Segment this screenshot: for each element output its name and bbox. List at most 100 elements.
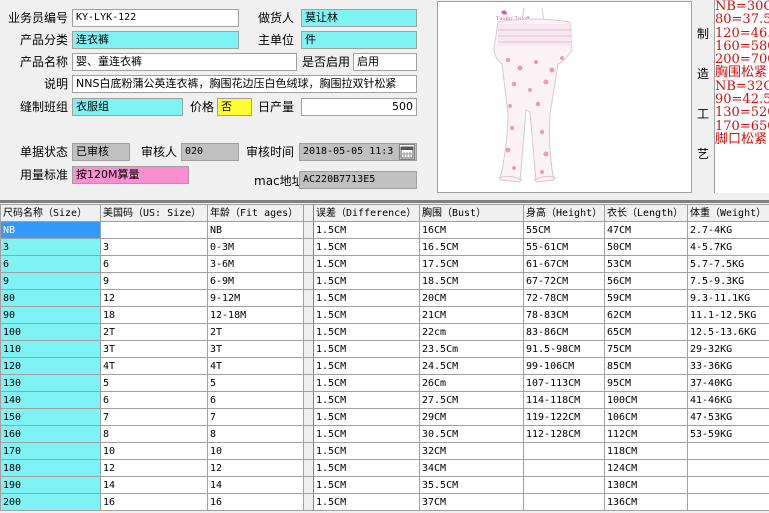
cell-bust[interactable]: 16CM <box>419 221 524 239</box>
cell-us-size[interactable]: 16 <box>100 493 208 511</box>
cell-size[interactable]: 100 <box>0 323 101 341</box>
cell-difference[interactable]: 1.5CM <box>313 442 420 460</box>
cell-difference[interactable]: 1.5CM <box>313 255 420 273</box>
cell-size[interactable]: 90 <box>0 306 101 324</box>
table-row[interactable]: 140 6 6 1.5CM 27.5CM 114-118CM 100CM 41-46KG <box>0 391 769 409</box>
cell-age[interactable]: 16 <box>207 493 304 511</box>
cell-age[interactable]: 3-6M <box>207 255 304 273</box>
cell-height[interactable] <box>523 442 605 460</box>
process-textarea[interactable]: NB=30CM 80=37.5 120=46. 160=580 200=700 … <box>714 0 769 193</box>
cell-us-size[interactable]: 9 <box>100 272 208 290</box>
cell-weight[interactable] <box>687 442 769 460</box>
col-header-difference[interactable]: 误差（Difference） <box>313 204 420 222</box>
cell-height[interactable]: 114-118CM <box>523 391 605 409</box>
cell-height[interactable]: 99-106CM <box>523 357 605 375</box>
cell-weight[interactable]: 47-53KG <box>687 408 769 426</box>
table-row[interactable]: 130 5 5 1.5CM 26Cm 107-113CM 95CM 37-40KG <box>0 374 769 392</box>
cell-age[interactable]: 6 <box>207 391 304 409</box>
cell-difference[interactable]: 1.5CM <box>313 425 420 443</box>
cell-size[interactable]: 9 <box>0 272 101 290</box>
table-row[interactable]: 9 9 6-9M 1.5CM 18.5CM 67-72CM 56CM 7.5-9.3KG <box>0 272 769 290</box>
cell-weight[interactable] <box>687 493 769 511</box>
cell-height[interactable]: 67-72CM <box>523 272 605 290</box>
cell-bust[interactable]: 24.5CM <box>419 357 524 375</box>
cell-difference[interactable]: 1.5CM <box>313 493 420 511</box>
cell-weight[interactable]: 7.5-9.3KG <box>687 272 769 290</box>
cell-bust[interactable]: 27.5CM <box>419 391 524 409</box>
cell-length[interactable]: 85CM <box>604 357 688 375</box>
table-row[interactable]: 150 7 7 1.5CM 29CM 119-122CM 106CM 47-53KG <box>0 408 769 426</box>
cell-height[interactable]: 55-61CM <box>523 238 605 256</box>
cell-size[interactable]: 160 <box>0 425 101 443</box>
table-row[interactable]: 6 6 3-6M 1.5CM 17.5CM 61-67CM 53CM 5.7-7.5KG <box>0 255 769 273</box>
cell-age[interactable]: 14 <box>207 476 304 494</box>
cell-age[interactable]: 4T <box>207 357 304 375</box>
cell-weight[interactable]: 11.1-12.5KG <box>687 306 769 324</box>
cell-us-size[interactable]: 3T <box>100 340 208 358</box>
team-field[interactable]: 衣服组 <box>72 98 183 116</box>
cell-height[interactable] <box>523 459 605 477</box>
cell-bust[interactable]: 22cm <box>419 323 524 341</box>
cell-difference[interactable]: 1.5CM <box>313 476 420 494</box>
cell-size[interactable]: 150 <box>0 408 101 426</box>
cell-height[interactable]: 112-128CM <box>523 425 605 443</box>
unit-field[interactable]: 件 <box>301 31 417 49</box>
cell-length[interactable]: 62CM <box>604 306 688 324</box>
table-row[interactable]: 80 12 9-12M 1.5CM 20CM 72-78CM 59CM 9.3-11.1KG <box>0 289 769 307</box>
cell-weight[interactable]: 37-40KG <box>687 374 769 392</box>
cell-height[interactable]: 83-86CM <box>523 323 605 341</box>
col-header-bust[interactable]: 胸围（Bust） <box>419 204 524 222</box>
table-row[interactable]: NB NB 1.5CM 16CM 55CM 47CM 2.7-4KG <box>0 221 769 239</box>
desc-field[interactable]: NNS白底粉蒲公英连衣裤，胸围花边压白色绒球，胸围拉双针松紧 <box>72 75 417 93</box>
cell-weight[interactable]: 12.5-13.6KG <box>687 323 769 341</box>
cell-bust[interactable]: 17.5CM <box>419 255 524 273</box>
cell-age[interactable]: 8 <box>207 425 304 443</box>
cell-bust[interactable]: 29CM <box>419 408 524 426</box>
cell-bust[interactable]: 35.5CM <box>419 476 524 494</box>
cell-us-size[interactable]: 5 <box>100 374 208 392</box>
table-row[interactable]: 90 18 12-18M 1.5CM 21CM 78-83CM 62CM 11.1-12.5K… <box>0 306 769 324</box>
cell-age[interactable]: 5 <box>207 374 304 392</box>
cell-length[interactable]: 136CM <box>604 493 688 511</box>
usage-field[interactable]: 按120M算量 <box>72 166 189 184</box>
cell-height[interactable]: 78-83CM <box>523 306 605 324</box>
cell-us-size[interactable]: 7 <box>100 408 208 426</box>
cell-difference[interactable]: 1.5CM <box>313 323 420 341</box>
col-header-height[interactable]: 身高（Height） <box>523 204 605 222</box>
cell-us-size[interactable]: 10 <box>100 442 208 460</box>
cell-length[interactable]: 50CM <box>604 238 688 256</box>
cell-us-size[interactable]: 4T <box>100 357 208 375</box>
cell-bust[interactable]: 23.5Cm <box>419 340 524 358</box>
cell-difference[interactable]: 1.5CM <box>313 340 420 358</box>
cell-difference[interactable]: 1.5CM <box>313 289 420 307</box>
cell-size[interactable]: NB <box>0 221 101 239</box>
cell-size[interactable]: 80 <box>0 289 101 307</box>
cell-us-size[interactable]: 6 <box>100 391 208 409</box>
cell-difference[interactable]: 1.5CM <box>313 374 420 392</box>
cell-length[interactable]: 59CM <box>604 289 688 307</box>
cell-length[interactable]: 65CM <box>604 323 688 341</box>
cell-difference[interactable]: 1.5CM <box>313 272 420 290</box>
cell-size[interactable]: 200 <box>0 493 101 511</box>
cell-size[interactable]: 110 <box>0 340 101 358</box>
cell-weight[interactable]: 5.7-7.5KG <box>687 255 769 273</box>
cell-us-size[interactable]: 2T <box>100 323 208 341</box>
cell-size[interactable]: 120 <box>0 357 101 375</box>
cell-length[interactable]: 100CM <box>604 391 688 409</box>
table-row[interactable]: 120 4T 4T 1.5CM 24.5CM 99-106CM 85CM 33-36KG <box>0 357 769 375</box>
cell-length[interactable]: 75CM <box>604 340 688 358</box>
enabled-field[interactable]: 启用 <box>353 53 417 71</box>
table-row[interactable]: 170 10 10 1.5CM 32CM 118CM <box>0 442 769 460</box>
cell-height[interactable] <box>523 493 605 511</box>
cell-size[interactable]: 180 <box>0 459 101 477</box>
cell-bust[interactable]: 18.5CM <box>419 272 524 290</box>
table-row[interactable]: 3 3 0-3M 1.5CM 16.5CM 55-61CM 50CM 4-5.7KG <box>0 238 769 256</box>
cell-difference[interactable]: 1.5CM <box>313 357 420 375</box>
table-row[interactable]: 110 3T 3T 1.5CM 23.5Cm 91.5-98CM 75CM 29-32KG <box>0 340 769 358</box>
cell-bust[interactable]: 21CM <box>419 306 524 324</box>
table-row[interactable]: 190 14 14 1.5CM 35.5CM 130CM <box>0 476 769 494</box>
cell-difference[interactable]: 1.5CM <box>313 391 420 409</box>
cell-height[interactable]: 107-113CM <box>523 374 605 392</box>
cell-age[interactable]: 0-3M <box>207 238 304 256</box>
cell-weight[interactable]: 33-36KG <box>687 357 769 375</box>
